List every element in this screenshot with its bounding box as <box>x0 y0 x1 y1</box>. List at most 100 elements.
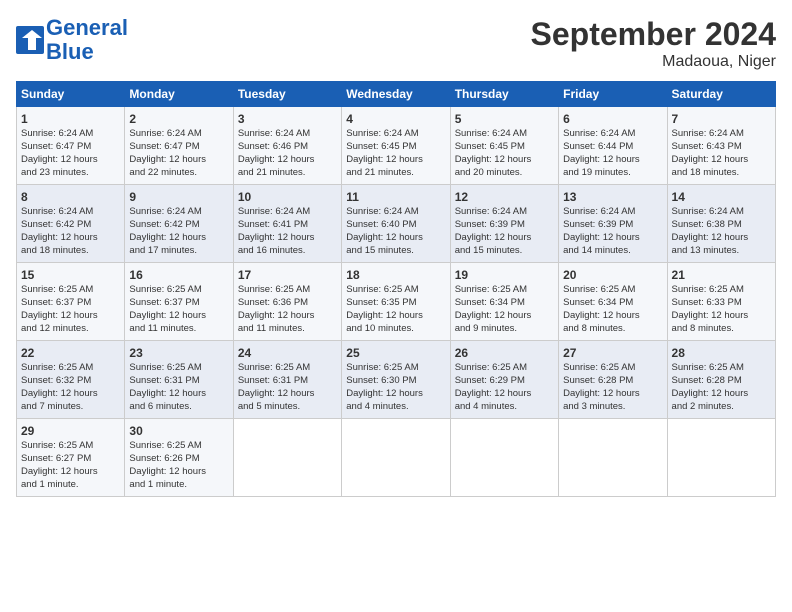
day-content: and 11 minutes. <box>129 323 228 336</box>
location-title: Madaoua, Niger <box>531 53 776 71</box>
day-content: Daylight: 12 hours <box>238 154 337 167</box>
day-content: Sunrise: 6:24 AM <box>563 206 662 219</box>
calendar-header-row: Sunday Monday Tuesday Wednesday Thursday… <box>17 82 776 107</box>
day-content: Sunrise: 6:24 AM <box>455 206 554 219</box>
table-row <box>342 419 450 497</box>
table-row: 23Sunrise: 6:25 AMSunset: 6:31 PMDayligh… <box>125 341 233 419</box>
day-content: and 4 minutes. <box>346 401 445 414</box>
table-row: 7Sunrise: 6:24 AMSunset: 6:43 PMDaylight… <box>667 107 775 185</box>
day-content: Daylight: 12 hours <box>346 232 445 245</box>
calendar-week-row: 8Sunrise: 6:24 AMSunset: 6:42 PMDaylight… <box>17 185 776 263</box>
day-content: Sunset: 6:40 PM <box>346 219 445 232</box>
table-row: 26Sunrise: 6:25 AMSunset: 6:29 PMDayligh… <box>450 341 558 419</box>
day-content: Sunrise: 6:24 AM <box>346 206 445 219</box>
day-content: Daylight: 12 hours <box>238 310 337 323</box>
day-content: and 21 minutes. <box>238 167 337 180</box>
day-content: Sunrise: 6:24 AM <box>672 128 771 141</box>
day-number: 11 <box>346 189 445 205</box>
table-row: 20Sunrise: 6:25 AMSunset: 6:34 PMDayligh… <box>559 263 667 341</box>
day-number: 7 <box>672 111 771 127</box>
table-row: 3Sunrise: 6:24 AMSunset: 6:46 PMDaylight… <box>233 107 341 185</box>
day-content: Sunset: 6:39 PM <box>455 219 554 232</box>
calendar: Sunday Monday Tuesday Wednesday Thursday… <box>16 81 776 497</box>
day-content: Daylight: 12 hours <box>563 310 662 323</box>
day-content: Daylight: 12 hours <box>346 310 445 323</box>
day-content: Sunrise: 6:24 AM <box>21 128 120 141</box>
table-row <box>233 419 341 497</box>
day-content: Sunrise: 6:24 AM <box>238 128 337 141</box>
day-number: 15 <box>21 267 120 283</box>
table-row: 4Sunrise: 6:24 AMSunset: 6:45 PMDaylight… <box>342 107 450 185</box>
day-content: and 15 minutes. <box>346 245 445 258</box>
table-row: 10Sunrise: 6:24 AMSunset: 6:41 PMDayligh… <box>233 185 341 263</box>
day-content: Daylight: 12 hours <box>346 388 445 401</box>
day-content: Sunset: 6:39 PM <box>563 219 662 232</box>
day-content: Sunrise: 6:24 AM <box>563 128 662 141</box>
day-content: and 8 minutes. <box>672 323 771 336</box>
day-content: Sunrise: 6:25 AM <box>238 362 337 375</box>
day-content: and 14 minutes. <box>563 245 662 258</box>
day-content: Sunrise: 6:25 AM <box>455 362 554 375</box>
day-number: 9 <box>129 189 228 205</box>
day-content: and 18 minutes. <box>21 245 120 258</box>
day-content: Daylight: 12 hours <box>563 232 662 245</box>
day-content: Daylight: 12 hours <box>672 388 771 401</box>
table-row: 9Sunrise: 6:24 AMSunset: 6:42 PMDaylight… <box>125 185 233 263</box>
day-content: Sunset: 6:42 PM <box>129 219 228 232</box>
day-content: and 9 minutes. <box>455 323 554 336</box>
title-block: September 2024 Madaoua, Niger <box>531 16 776 71</box>
day-content: Sunset: 6:38 PM <box>672 219 771 232</box>
header-friday: Friday <box>559 82 667 107</box>
day-content: Daylight: 12 hours <box>238 388 337 401</box>
day-content: Sunset: 6:34 PM <box>563 297 662 310</box>
day-number: 21 <box>672 267 771 283</box>
header-wednesday: Wednesday <box>342 82 450 107</box>
day-content: Daylight: 12 hours <box>563 154 662 167</box>
day-content: and 3 minutes. <box>563 401 662 414</box>
calendar-week-row: 22Sunrise: 6:25 AMSunset: 6:32 PMDayligh… <box>17 341 776 419</box>
day-content: Sunset: 6:44 PM <box>563 141 662 154</box>
day-content: Daylight: 12 hours <box>21 232 120 245</box>
day-content: Sunrise: 6:25 AM <box>129 284 228 297</box>
day-content: Daylight: 12 hours <box>563 388 662 401</box>
calendar-week-row: 1Sunrise: 6:24 AMSunset: 6:47 PMDaylight… <box>17 107 776 185</box>
header-sunday: Sunday <box>17 82 125 107</box>
day-content: Sunset: 6:31 PM <box>129 375 228 388</box>
header-thursday: Thursday <box>450 82 558 107</box>
day-content: Sunset: 6:30 PM <box>346 375 445 388</box>
day-content: Daylight: 12 hours <box>21 154 120 167</box>
day-content: and 15 minutes. <box>455 245 554 258</box>
day-content: Sunrise: 6:25 AM <box>672 362 771 375</box>
day-content: and 11 minutes. <box>238 323 337 336</box>
table-row: 22Sunrise: 6:25 AMSunset: 6:32 PMDayligh… <box>17 341 125 419</box>
day-content: Sunrise: 6:25 AM <box>455 284 554 297</box>
table-row: 5Sunrise: 6:24 AMSunset: 6:45 PMDaylight… <box>450 107 558 185</box>
table-row: 18Sunrise: 6:25 AMSunset: 6:35 PMDayligh… <box>342 263 450 341</box>
day-content: Sunrise: 6:24 AM <box>21 206 120 219</box>
day-content: Sunrise: 6:25 AM <box>238 284 337 297</box>
day-content: and 1 minute. <box>129 479 228 492</box>
table-row: 13Sunrise: 6:24 AMSunset: 6:39 PMDayligh… <box>559 185 667 263</box>
day-content: Daylight: 12 hours <box>238 232 337 245</box>
day-number: 1 <box>21 111 120 127</box>
table-row: 2Sunrise: 6:24 AMSunset: 6:47 PMDaylight… <box>125 107 233 185</box>
day-content: and 12 minutes. <box>21 323 120 336</box>
day-content: Sunset: 6:45 PM <box>346 141 445 154</box>
day-content: Sunrise: 6:25 AM <box>129 362 228 375</box>
table-row: 8Sunrise: 6:24 AMSunset: 6:42 PMDaylight… <box>17 185 125 263</box>
day-content: and 8 minutes. <box>563 323 662 336</box>
day-number: 27 <box>563 345 662 361</box>
day-number: 17 <box>238 267 337 283</box>
day-number: 23 <box>129 345 228 361</box>
header-monday: Monday <box>125 82 233 107</box>
day-number: 6 <box>563 111 662 127</box>
day-content: Sunrise: 6:25 AM <box>563 362 662 375</box>
day-content: Sunrise: 6:24 AM <box>346 128 445 141</box>
day-content: Daylight: 12 hours <box>672 232 771 245</box>
day-number: 5 <box>455 111 554 127</box>
day-content: Sunrise: 6:25 AM <box>21 362 120 375</box>
day-number: 10 <box>238 189 337 205</box>
table-row: 19Sunrise: 6:25 AMSunset: 6:34 PMDayligh… <box>450 263 558 341</box>
day-content: Sunset: 6:32 PM <box>21 375 120 388</box>
day-content: Sunset: 6:28 PM <box>563 375 662 388</box>
